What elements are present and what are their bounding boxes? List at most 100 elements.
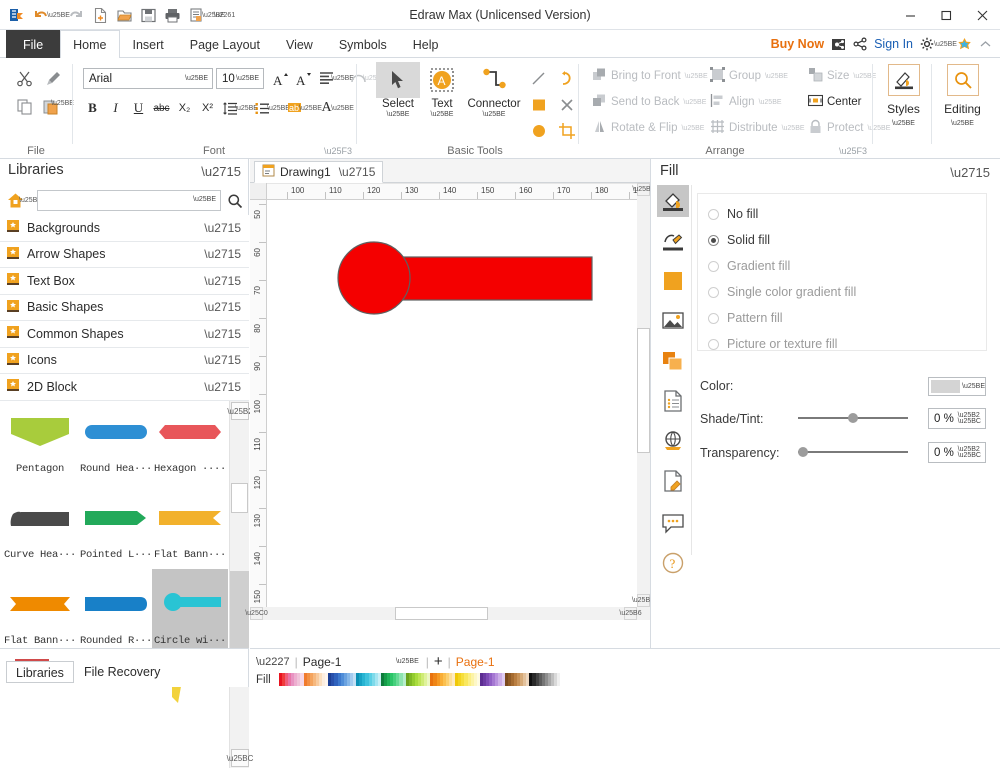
library-item-close-icon[interactable]: \u2715 (204, 327, 241, 341)
open-file-icon[interactable] (113, 4, 135, 26)
fill-option-single-color-gradient-fill[interactable]: Single color gradient fill (708, 283, 856, 301)
radio-picture-or-texture-fill[interactable] (708, 338, 719, 350)
format-painter-icon[interactable] (40, 66, 66, 92)
text-tool-button[interactable]: A Text \u25BE (420, 62, 464, 118)
gallery-item-hexagon[interactable]: Hexagon ···· (152, 401, 228, 493)
library-item-arrow-shapes[interactable]: Arrow Shapes \u2715 (0, 241, 249, 268)
gallery-item-round-head[interactable]: Round Hea··· (78, 401, 154, 493)
spinner-arrows[interactable]: \u25B2 \u25BC (958, 412, 981, 425)
font-dialog-launcher[interactable]: \u25F3 (324, 146, 352, 156)
library-item-basic-shapes[interactable]: Basic Shapes \u2715 (0, 294, 249, 321)
color-swatch-strip[interactable] (275, 673, 561, 686)
color-swatch[interactable] (557, 673, 561, 686)
color-picker-button[interactable]: \u25BE (928, 377, 986, 396)
line-spacing-dropdown-caret[interactable]: \u25BE (235, 105, 258, 112)
paste-dropdown-caret[interactable]: \u25BE (51, 100, 74, 107)
editing-caret[interactable]: \u25BE (935, 120, 990, 127)
library-item-close-icon[interactable]: \u2715 (204, 221, 241, 235)
save-icon[interactable] (137, 4, 159, 26)
canvas-shapes[interactable] (267, 200, 637, 607)
bullet-list-dropdown-caret[interactable]: \u25BE (267, 105, 290, 112)
bold-button[interactable]: B (81, 96, 104, 120)
library-item-close-icon[interactable]: \u2715 (204, 353, 241, 367)
shade-tint-slider[interactable] (798, 411, 908, 425)
copy-icon[interactable] (12, 94, 38, 120)
size-button[interactable]: Size \u25BE (808, 65, 876, 87)
text-tool-caret[interactable]: \u25BE (420, 111, 464, 118)
rotate-flip-button[interactable]: Rotate & Flip \u25BE (592, 117, 704, 139)
home-dropdown-caret[interactable]: \u25BE (19, 197, 42, 204)
tab-insert[interactable]: Insert (120, 30, 177, 58)
libraries-close-icon[interactable]: \u2715 (201, 164, 241, 179)
radio-solid-fill[interactable] (708, 234, 719, 246)
cross-tool-icon[interactable] (553, 92, 581, 118)
spinner-arrows[interactable]: \u25B2 \u25BC (958, 446, 981, 459)
page-select[interactable]: Page-1 \u25BE (303, 655, 421, 669)
gallery-item-curve-head[interactable]: Curve Hea··· (2, 487, 78, 579)
paste-icon[interactable] (38, 94, 64, 120)
send-to-back-caret[interactable]: \u25BE (683, 99, 706, 106)
footer-tab-file-recovery[interactable]: File Recovery (84, 661, 160, 683)
arrange-dialog-launcher[interactable]: \u25F3 (839, 146, 867, 156)
arc-tool-icon[interactable] (553, 66, 581, 92)
transparency-spinner[interactable]: 0 % \u25B2 \u25BC (928, 442, 986, 463)
libraries-search-input[interactable]: \u25BE (37, 190, 221, 211)
canvas-viewport[interactable] (267, 200, 637, 607)
select-tool-button[interactable]: Select \u25BE (376, 62, 420, 118)
new-file-icon[interactable] (89, 4, 111, 26)
styles-button[interactable] (887, 64, 920, 96)
search-icon[interactable] (221, 190, 249, 212)
line-icon[interactable] (657, 225, 689, 257)
app-logo-icon[interactable] (6, 4, 28, 26)
align-caret[interactable]: \u25BE (759, 99, 782, 106)
radio-single-color-gradient-fill[interactable] (708, 286, 719, 298)
library-item-close-icon[interactable]: \u2715 (204, 380, 241, 394)
fill-icon[interactable] (657, 185, 689, 217)
gear-icon[interactable] (920, 37, 934, 51)
transparency-slider[interactable] (798, 445, 908, 459)
comment-icon[interactable] (657, 507, 689, 539)
canvas-vertical-thumb[interactable] (637, 328, 650, 453)
cut-icon[interactable] (12, 66, 38, 92)
shade-tint-spinner[interactable]: 0 % \u25B2 \u25BC (928, 408, 986, 429)
fill-option-pattern-fill[interactable]: Pattern fill (708, 309, 783, 327)
close-button[interactable] (964, 0, 1000, 30)
tab-symbols[interactable]: Symbols (326, 30, 400, 58)
rectangle-tool-icon[interactable] (525, 92, 553, 118)
library-item-common-shapes[interactable]: Common Shapes \u2715 (0, 321, 249, 348)
gallery-scrollbar[interactable]: \u25B2 \u25BC (227, 401, 253, 768)
chevron-up-icon[interactable]: \u2227 (256, 656, 290, 668)
library-item-close-icon[interactable]: \u2715 (204, 247, 241, 261)
font-family-combo[interactable]: Arial \u25BE (83, 68, 213, 89)
tab-file[interactable]: File (6, 30, 61, 58)
current-page-tab[interactable]: Page-1 (456, 655, 495, 669)
chevron-down-icon[interactable]: \u25BE (185, 75, 208, 82)
fill-option-gradient-fill[interactable]: Gradient fill (708, 257, 790, 275)
undo-dropdown-caret[interactable]: \u25BE (47, 4, 70, 26)
shadow-color-icon[interactable] (657, 265, 689, 297)
canvas-horizontal-thumb[interactable] (395, 607, 488, 620)
sign-in-button[interactable]: Sign In (874, 37, 913, 51)
crop-tool-icon[interactable] (553, 118, 581, 144)
chevron-down-icon[interactable]: \u25BE (193, 196, 216, 203)
canvas-horizontal-scrollbar[interactable]: \u25C0 \u25B6 (245, 607, 650, 620)
gallery-scroll-thumb[interactable] (231, 483, 248, 513)
font-color-dropdown-caret[interactable]: \u25BE (331, 105, 354, 112)
editing-button[interactable] (946, 64, 979, 96)
radio-gradient-fill[interactable] (708, 260, 719, 272)
text-align-dropdown-caret[interactable]: \u25BE (331, 75, 354, 82)
layers-icon[interactable] (657, 345, 689, 377)
share-icon[interactable] (853, 37, 867, 51)
gallery-item-pentagon[interactable]: Pentagon (2, 401, 78, 493)
italic-button[interactable]: I (104, 96, 127, 120)
fill-option-no-fill[interactable]: No fill (708, 205, 758, 223)
document-tab-drawing1[interactable]: Drawing1 \u2715 (254, 161, 384, 183)
library-item-text-box[interactable]: Text Box \u2715 (0, 268, 249, 295)
slider-handle[interactable] (848, 413, 858, 423)
maximize-button[interactable] (928, 0, 964, 30)
group-button[interactable]: Group \u25BE (710, 65, 788, 87)
styles-caret[interactable]: \u25BE (876, 120, 931, 127)
document-tab-close-icon[interactable]: \u2715 (339, 165, 376, 179)
grow-font-button[interactable]: A (269, 67, 292, 90)
connector-tool-caret[interactable]: \u25BE (464, 111, 524, 118)
